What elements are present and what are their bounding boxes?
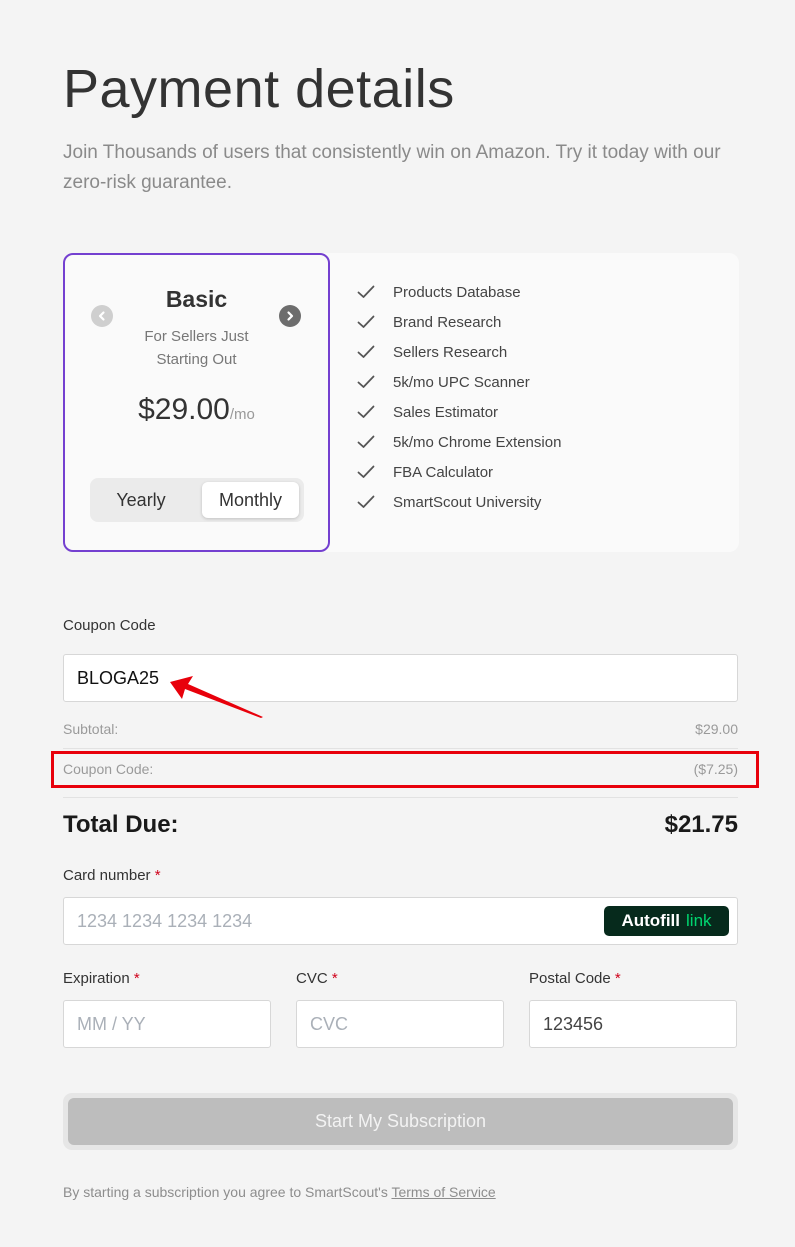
- coupon-input[interactable]: BLOGA25: [63, 654, 738, 702]
- check-icon: [357, 375, 375, 388]
- divider: [63, 797, 738, 798]
- feature-label: 5k/mo Chrome Extension: [393, 433, 562, 451]
- postal-code-input[interactable]: 123456: [529, 1000, 737, 1048]
- feature-item: FBA Calculator: [357, 457, 561, 487]
- plan-price-period: /mo: [229, 406, 255, 423]
- expiration-label-text: Expiration: [63, 970, 130, 987]
- autofill-link-button[interactable]: Autofill link: [604, 906, 729, 936]
- coupon-label: Coupon Code: [63, 617, 156, 634]
- plan-price: $29.00/mo: [65, 393, 328, 427]
- feature-item: Sales Estimator: [357, 397, 561, 427]
- feature-label: Sales Estimator: [393, 403, 499, 421]
- check-icon: [357, 465, 375, 478]
- total-label: Total Due:: [63, 811, 179, 838]
- check-icon: [357, 405, 375, 418]
- feature-item: Sellers Research: [357, 337, 561, 367]
- feature-label: 5k/mo UPC Scanner: [393, 373, 530, 391]
- postal-code-label-text: Postal Code: [529, 970, 611, 987]
- cvc-input[interactable]: CVC: [296, 1000, 504, 1048]
- feature-list: Products Database Brand Research Sellers R…: [357, 277, 561, 517]
- feature-label: Brand Research: [393, 313, 502, 331]
- plan-description: For Sellers Just Starting Out: [144, 328, 249, 368]
- subtotal-label: Subtotal:: [63, 721, 119, 737]
- card-number-label: Card number *: [63, 867, 161, 884]
- feature-label: SmartScout University: [393, 493, 542, 511]
- billing-option-yearly[interactable]: Yearly: [94, 482, 188, 518]
- page-title: Payment details: [63, 59, 455, 119]
- check-icon: [357, 495, 375, 508]
- autofill-label: Autofill: [621, 911, 681, 930]
- required-mark: *: [331, 970, 338, 987]
- expiration-input[interactable]: MM / YY: [63, 1000, 271, 1048]
- terms-prefix: By starting a subscription you agree to …: [63, 1184, 392, 1200]
- feature-label: Products Database: [393, 283, 521, 301]
- submit-button-wrapper: Start My Subscription: [63, 1093, 738, 1150]
- plan-price-amount: $29.00: [138, 393, 230, 426]
- terms-of-service-link[interactable]: Terms of Service: [391, 1184, 495, 1200]
- feature-item: 5k/mo UPC Scanner: [357, 367, 561, 397]
- feature-item: SmartScout University: [357, 487, 561, 517]
- feature-item: 5k/mo Chrome Extension: [357, 427, 561, 457]
- required-mark: *: [614, 970, 621, 987]
- page-subtitle: Join Thousands of users that consistentl…: [63, 142, 721, 193]
- divider: [63, 748, 738, 749]
- card-number-input[interactable]: 1234 1234 1234 1234 Autofill link: [63, 897, 738, 945]
- link-logo: link: [686, 911, 712, 930]
- feature-label: FBA Calculator: [393, 463, 494, 481]
- subtotal-value: $29.00: [695, 721, 738, 737]
- check-icon: [357, 315, 375, 328]
- feature-item: Brand Research: [357, 307, 561, 337]
- card-number-label-text: Card number: [63, 867, 151, 884]
- terms-text: By starting a subscription you agree to …: [63, 1184, 496, 1200]
- annotation-arrow-icon: [170, 676, 263, 718]
- billing-option-monthly[interactable]: Monthly: [202, 482, 299, 518]
- chevron-right-icon[interactable]: [279, 305, 301, 327]
- feature-item: Products Database: [357, 277, 561, 307]
- feature-label: Sellers Research: [393, 343, 508, 361]
- required-mark: *: [154, 867, 161, 884]
- total-value: $21.75: [664, 811, 738, 838]
- plan-card: Basic For Sellers Just Starting Out $29.…: [63, 253, 330, 552]
- cvc-label-text: CVC: [296, 970, 328, 987]
- billing-toggle: Yearly Monthly: [90, 478, 304, 522]
- annotation-highlight-box: [51, 751, 759, 788]
- required-mark: *: [133, 970, 140, 987]
- check-icon: [357, 345, 375, 358]
- total-row: Total Due: $21.75: [63, 811, 738, 839]
- check-icon: [357, 435, 375, 448]
- postal-code-label: Postal Code *: [529, 970, 621, 987]
- start-subscription-button[interactable]: Start My Subscription: [68, 1098, 733, 1145]
- cvc-label: CVC *: [296, 970, 338, 987]
- card-number-placeholder: 1234 1234 1234 1234: [77, 910, 253, 931]
- expiration-label: Expiration *: [63, 970, 140, 987]
- plan-section: Basic For Sellers Just Starting Out $29.…: [63, 253, 739, 552]
- subtotal-row: Subtotal: $29.00: [63, 721, 738, 737]
- check-icon: [357, 285, 375, 298]
